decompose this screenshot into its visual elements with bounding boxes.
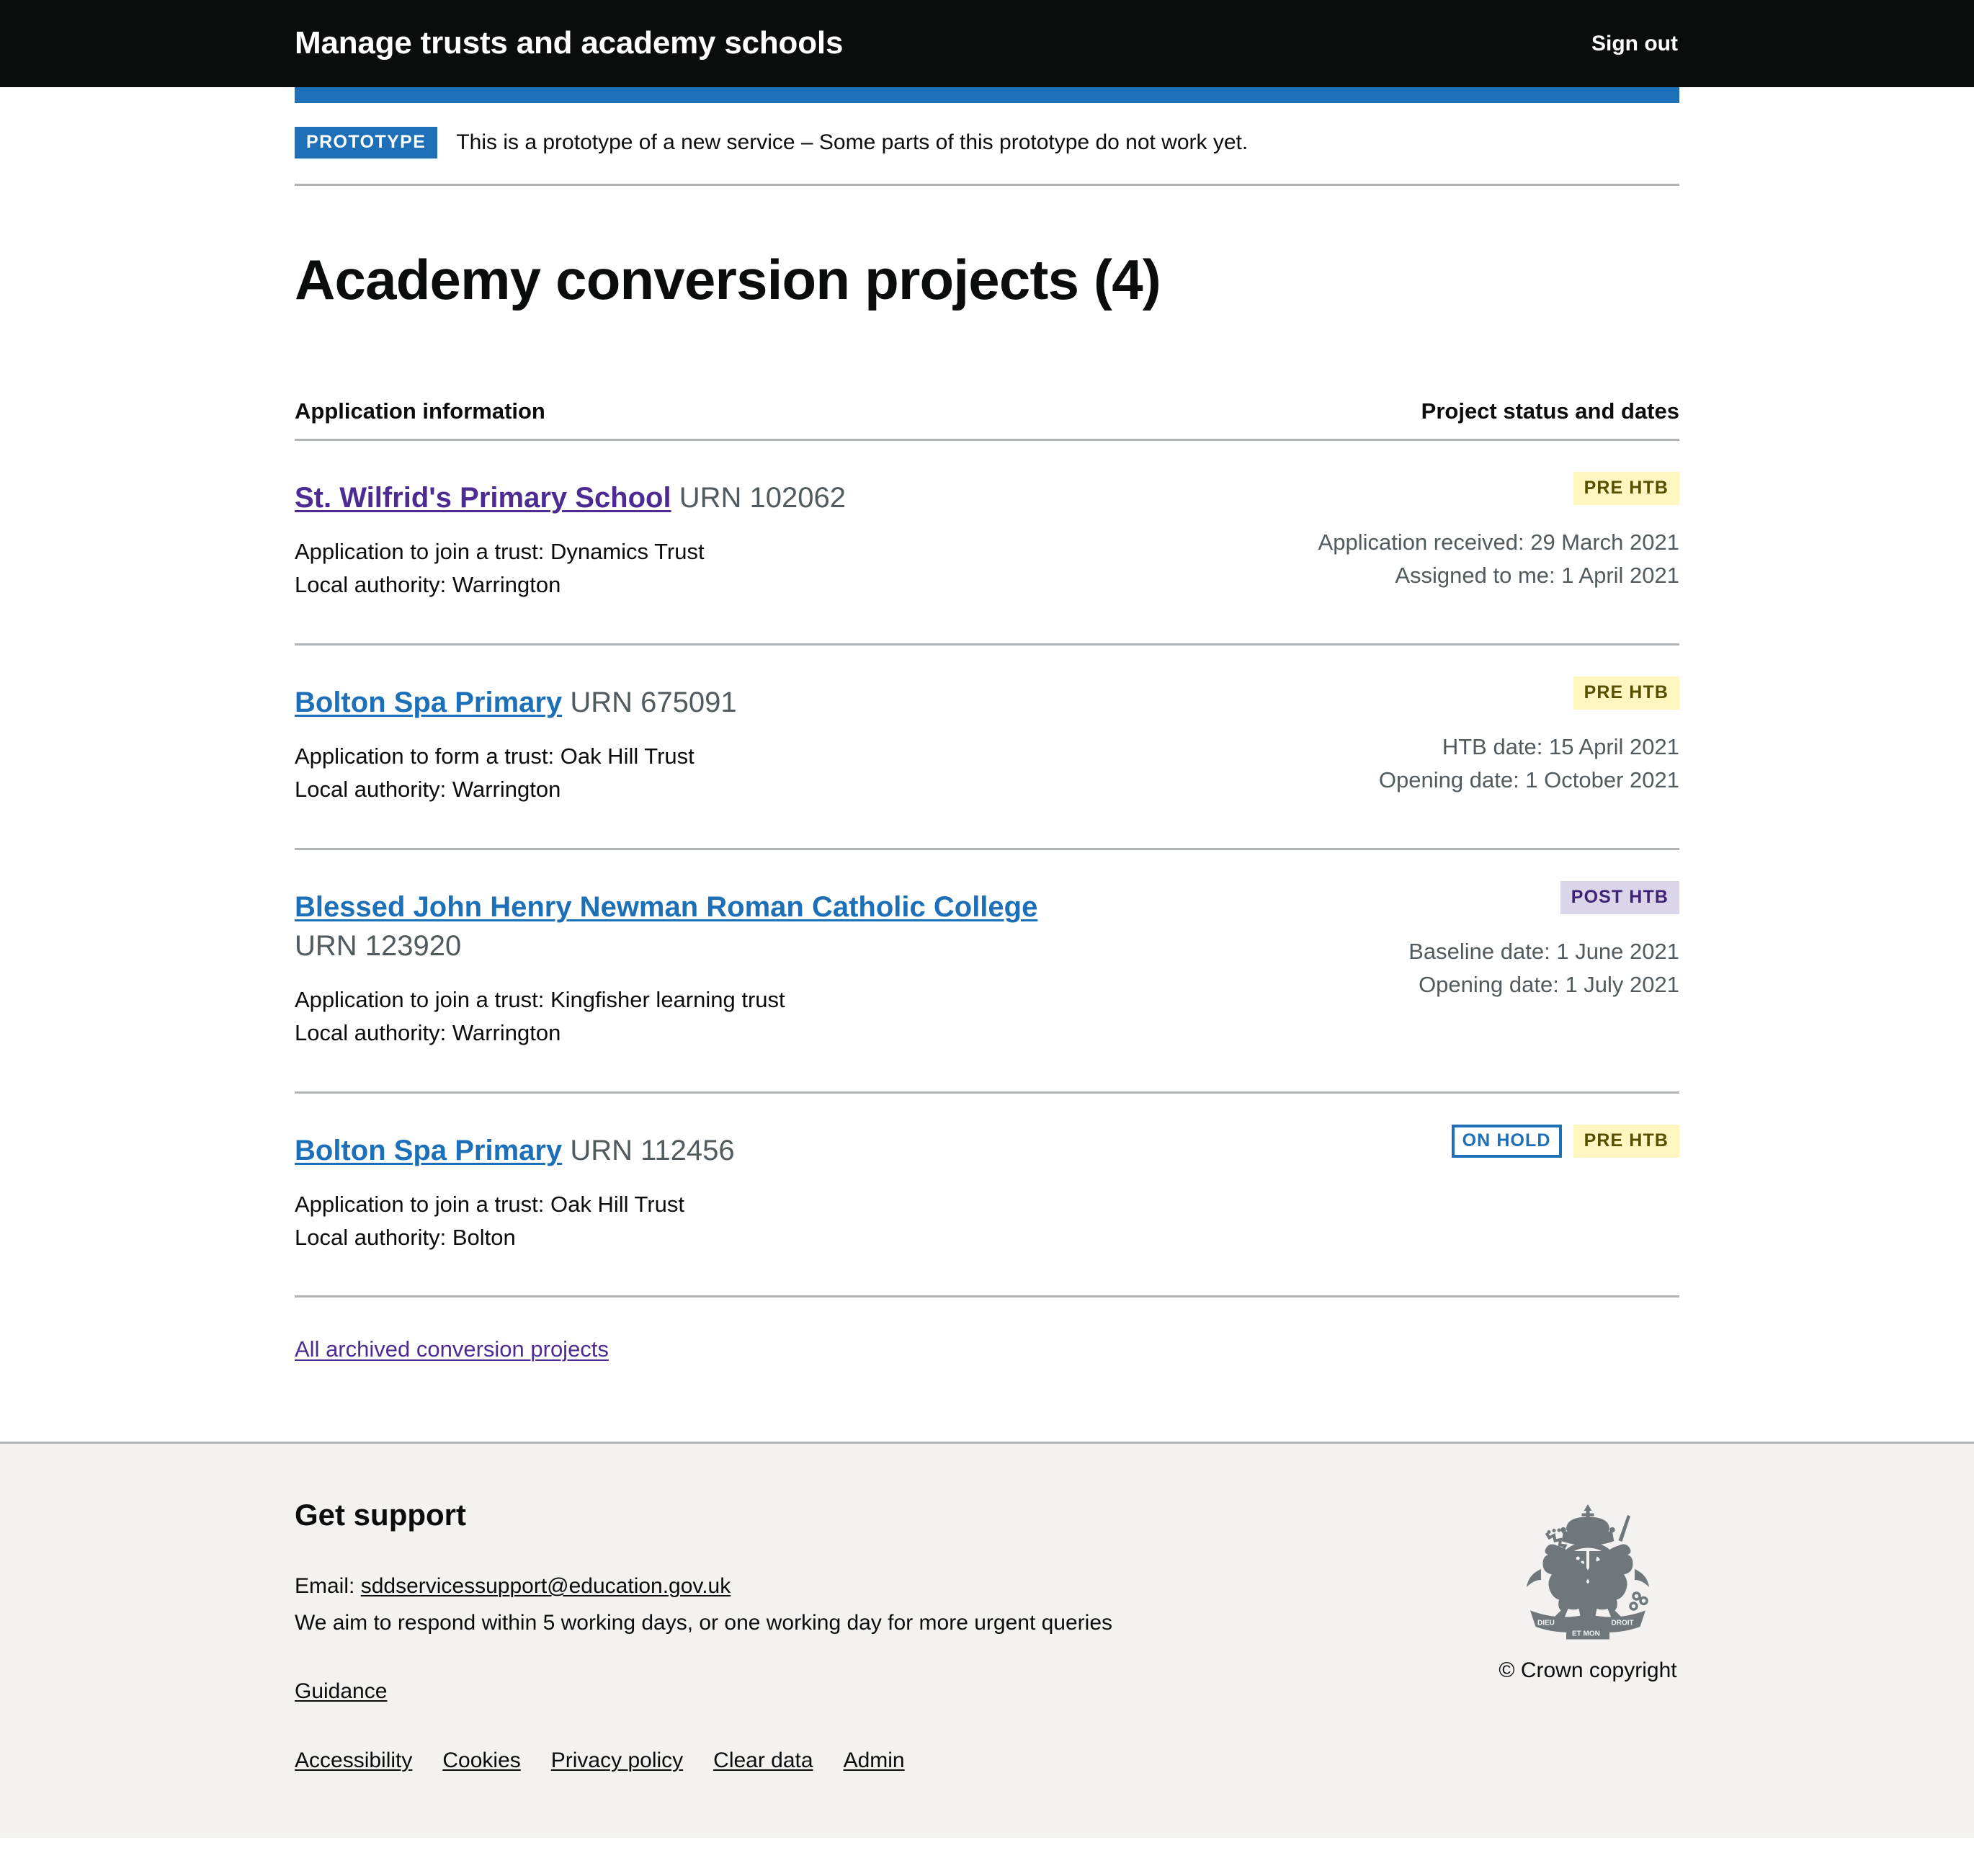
page-root: Manage trusts and academy schools Sign o… <box>0 0 1974 1876</box>
status-badge: PRE HTB <box>1573 472 1679 506</box>
phase-banner: PROTOTYPE This is a prototype of a new s… <box>295 103 1679 186</box>
project-date-line: Opening date: 1 July 2021 <box>1419 971 1679 997</box>
project-title-line: St. Wilfrid's Primary School URN 102062 <box>295 479 846 517</box>
service-name: Manage trusts and academy schools <box>295 25 844 61</box>
accent-bar-wrapper <box>295 87 1679 103</box>
project-application-info: Bolton Spa Primary URN 675091 Application… <box>295 673 737 806</box>
guidance-link[interactable]: Guidance <box>295 1679 387 1703</box>
project-row: Bolton Spa Primary URN 675091 Application… <box>295 646 1679 850</box>
project-date-line: HTB date: 15 April 2021 <box>1442 734 1679 760</box>
project-application-info: St. Wilfrid's Primary School URN 102062 A… <box>295 468 846 602</box>
guidance-link-wrapper: Guidance <box>295 1679 1112 1704</box>
column-header-project-status-and-dates: Project status and dates <box>1421 398 1679 424</box>
project-date-line: Baseline date: 1 June 2021 <box>1408 938 1679 964</box>
project-urn-value: URN 102062 <box>679 482 846 514</box>
project-row: Blessed John Henry Newman Roman Catholic… <box>295 850 1679 1094</box>
project-tag-row: POST HTB <box>1290 879 1679 916</box>
project-row: Bolton Spa Primary URN 112456 Application… <box>295 1094 1679 1298</box>
project-application-info: Bolton Spa Primary URN 112456 Application… <box>295 1121 735 1254</box>
status-badge: POST HTB <box>1560 880 1679 914</box>
project-local-authority: Local authority: Warrington <box>295 1019 561 1045</box>
project-urn-value: URN 112456 <box>570 1134 735 1166</box>
project-urn: URN 675091 <box>562 687 736 718</box>
project-status-and-dates: PRE HTB HTB date: 15 April 2021 Opening da… <box>1290 673 1679 797</box>
project-title-line: Bolton Spa Primary URN 675091 <box>295 684 737 721</box>
status-badge: PRE HTB <box>1573 676 1679 710</box>
project-date-line: Application received: 29 March 2021 <box>1318 530 1679 555</box>
school-name-link[interactable]: Blessed John Henry Newman Roman Catholic… <box>295 891 1037 923</box>
page-title: Academy conversion projects (4) <box>295 248 1161 311</box>
project-status-and-dates: PRE HTB Application received: 29 March 20… <box>1290 468 1679 592</box>
project-urn: URN 102062 <box>671 482 846 514</box>
footer-nav: Accessibility Cookies Privacy policy Clear … <box>295 1748 1112 1773</box>
footer-link-privacy-policy[interactable]: Privacy policy <box>551 1748 683 1773</box>
footer-email-line: Email: sddservicessupport@education.gov.… <box>295 1570 1112 1602</box>
project-application-trust: Application to join a trust: Oak Hill Tr… <box>295 1191 685 1217</box>
svg-text:ET MON: ET MON <box>1572 1630 1600 1638</box>
project-local-authority: Local authority: Warrington <box>295 572 561 598</box>
project-date-line: Opening date: 1 October 2021 <box>1378 767 1679 793</box>
project-urn: URN 123920 <box>295 929 462 962</box>
footer-link-accessibility[interactable]: Accessibility <box>295 1748 412 1773</box>
footer-email-prefix: Email: <box>295 1573 355 1598</box>
content-container: PROTOTYPE This is a prototype of a new s… <box>295 103 1679 1442</box>
royal-coat-of-arms-icon: DIEU DROIT ET MON <box>1527 1504 1649 1640</box>
crown-copyright-block: DIEU DROIT ET MON © Crown copyright <box>1498 1497 1679 1683</box>
project-row: St. Wilfrid's Primary School URN 102062 A… <box>295 441 1679 646</box>
project-urn-value: URN 675091 <box>570 687 737 719</box>
svg-text:DIEU: DIEU <box>1537 1620 1555 1627</box>
footer-response-time-text: We aim to respond within 5 working days,… <box>295 1610 1113 1635</box>
footer-link-cookies[interactable]: Cookies <box>442 1748 520 1773</box>
project-application-trust: Application to form a trust: Oak Hill Tr… <box>295 743 695 769</box>
school-name-link[interactable]: Bolton Spa Primary <box>295 687 562 718</box>
project-tag-row: PRE HTB <box>1290 470 1679 507</box>
project-urn: URN 112456 <box>562 1135 734 1166</box>
support-email-link[interactable]: sddservicessupport@education.gov.uk <box>361 1574 731 1598</box>
footer: Get support Email: sddservicessupport@ed… <box>0 1442 1974 1838</box>
footer-link-admin[interactable]: Admin <box>844 1748 905 1773</box>
column-headers: Application information Project status a… <box>295 398 1679 442</box>
project-local-authority: Local authority: Warrington <box>295 777 561 803</box>
project-local-authority: Local authority: Bolton <box>295 1224 516 1250</box>
blue-accent-bar <box>295 87 1679 103</box>
status-badge: ON HOLD <box>1451 1124 1562 1158</box>
project-status-and-dates: POST HTB Baseline date: 1 June 2021 Openin… <box>1290 877 1679 1001</box>
phase-banner-text: This is a prototype of a new service – S… <box>456 130 1249 154</box>
project-application-trust: Application to join a trust: Kingfisher … <box>295 986 785 1012</box>
project-application-info: Blessed John Henry Newman Roman Catholic… <box>295 877 1037 1050</box>
project-title-line: Blessed John Henry Newman Roman Catholic… <box>295 888 1037 965</box>
footer-link-clear-data[interactable]: Clear data <box>713 1748 813 1773</box>
project-tag-row: PRE HTB <box>1290 674 1679 712</box>
masthead: Manage trusts and academy schools Sign o… <box>0 0 1974 87</box>
project-application-trust: Application to join a trust: Dynamics Tr… <box>295 539 705 565</box>
phase-banner-tag: PROTOTYPE <box>295 127 438 158</box>
footer-support-block: Get support Email: sddservicessupport@ed… <box>295 1497 1112 1772</box>
project-date-line: Assigned to me: 1 April 2021 <box>1395 563 1679 589</box>
school-name-link[interactable]: St. Wilfrid's Primary School <box>295 482 671 514</box>
project-tag-row: ON HOLD PRE HTB <box>1290 1122 1679 1160</box>
school-name-link[interactable]: Bolton Spa Primary <box>295 1135 562 1166</box>
project-status-and-dates: ON HOLD PRE HTB <box>1290 1121 1679 1179</box>
column-header-application-information: Application information <box>295 398 545 424</box>
project-title-line: Bolton Spa Primary URN 112456 <box>295 1132 735 1169</box>
svg-text:DROIT: DROIT <box>1612 1620 1634 1627</box>
footer-heading: Get support <box>295 1498 466 1532</box>
main-content: Academy conversion projects (4) Applicat… <box>295 186 1679 1442</box>
archived-link-wrapper: All archived conversion projects <box>295 1297 1679 1362</box>
sign-out-link[interactable]: Sign out <box>1591 32 1678 56</box>
status-badge: PRE HTB <box>1573 1124 1679 1158</box>
project-list: St. Wilfrid's Primary School URN 102062 A… <box>295 441 1679 1298</box>
all-archived-conversion-projects-link[interactable]: All archived conversion projects <box>295 1336 609 1362</box>
crown-copyright-text: © Crown copyright <box>1499 1658 1677 1683</box>
